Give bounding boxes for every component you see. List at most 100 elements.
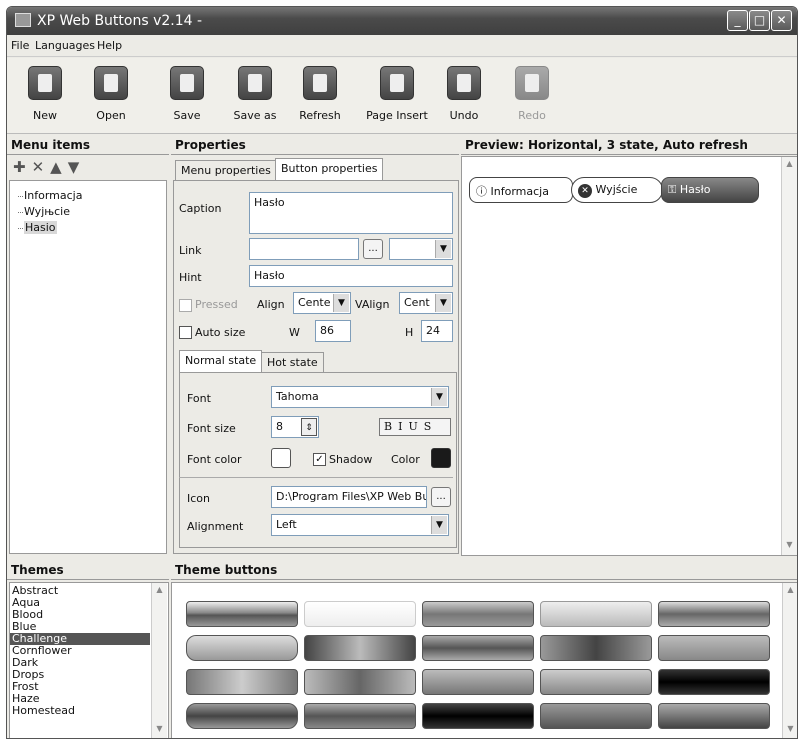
hint-field[interactable]: Hasło <box>249 265 453 287</box>
theme-button-sample[interactable] <box>304 669 416 695</box>
shadow-label: Shadow <box>329 453 373 466</box>
italic-button[interactable]: I <box>398 420 408 433</box>
theme-button-sample[interactable] <box>540 635 652 661</box>
link-target-select[interactable]: ▼ <box>389 238 453 260</box>
scroll-down-icon[interactable]: ▼ <box>783 540 796 553</box>
tab-menu-properties[interactable]: Menu properties <box>175 160 277 180</box>
font-style-buttons[interactable]: BIUS <box>379 418 451 436</box>
theme-button-sample[interactable] <box>186 601 298 627</box>
scroll-down-icon[interactable]: ▼ <box>784 724 797 737</box>
link-label: Link <box>179 244 202 257</box>
info-icon: ⓘ <box>476 185 487 198</box>
tab-button-properties[interactable]: Button properties <box>275 158 384 180</box>
align-label: Align <box>257 298 285 311</box>
theme-buttons-scrollbar[interactable]: ▲ ▼ <box>782 583 797 738</box>
move-down-icon[interactable]: ▼ <box>68 158 86 176</box>
valign-select[interactable]: Cent ▼ <box>399 292 453 314</box>
theme-button-sample[interactable] <box>658 635 770 661</box>
tab-normal-state[interactable]: Normal state <box>179 350 263 372</box>
theme-button-sample[interactable] <box>422 703 534 729</box>
key-icon: ⚿ <box>668 183 677 196</box>
theme-button-sample[interactable] <box>304 703 416 729</box>
redo-button[interactable]: Redo <box>503 66 561 122</box>
spinner-icon[interactable]: ⇕ <box>301 418 317 436</box>
theme-button-sample[interactable] <box>186 703 298 729</box>
theme-button-sample[interactable] <box>658 601 770 627</box>
font-size-spinner[interactable]: 8 ⇕ <box>271 416 319 438</box>
height-field[interactable]: 24 <box>421 320 453 342</box>
theme-button-sample[interactable] <box>304 635 416 661</box>
preview-button-informacja[interactable]: ⓘ Informacja <box>469 177 573 203</box>
page-insert-button[interactable]: Page Insert <box>362 66 432 122</box>
theme-button-sample[interactable] <box>186 669 298 695</box>
preview-button-wyjscie[interactable]: ✕ Wyjście <box>571 177 663 203</box>
preview-scrollbar[interactable]: ▲ ▼ <box>781 157 797 555</box>
theme-button-sample[interactable] <box>540 601 652 627</box>
new-button[interactable]: New <box>16 66 74 122</box>
chevron-down-icon: ▼ <box>431 516 447 534</box>
shadow-color-swatch[interactable] <box>431 448 451 468</box>
theme-button-sample[interactable] <box>304 601 416 627</box>
theme-button-sample[interactable] <box>422 601 534 627</box>
tab-hot-state[interactable]: Hot state <box>261 352 324 372</box>
icon-label: Icon <box>187 492 210 505</box>
tree-item-selected[interactable]: Hasio <box>18 221 57 234</box>
caption-label: Caption <box>179 202 222 215</box>
divider <box>179 477 453 478</box>
save-button[interactable]: Save <box>158 66 216 122</box>
preview-header: Preview: Horizontal, 3 state, Auto refre… <box>461 135 797 155</box>
chevron-down-icon: ▼ <box>431 388 447 406</box>
add-icon[interactable]: ✚ <box>13 158 32 176</box>
refresh-button[interactable]: Refresh <box>291 66 349 122</box>
themes-list: Abstract Aqua Blood Blue Challenge Cornf… <box>9 582 169 738</box>
themes-scrollbar[interactable]: ▲ ▼ <box>151 583 167 738</box>
theme-button-sample[interactable] <box>186 635 298 661</box>
shadow-checkbox[interactable]: ✓ <box>313 453 326 466</box>
link-browse-button[interactable]: ... <box>363 239 383 259</box>
scroll-up-icon[interactable]: ▲ <box>783 159 796 172</box>
delete-icon[interactable]: ✕ <box>32 158 51 176</box>
tree-item[interactable]: Informacja <box>17 189 82 202</box>
close-button[interactable]: ✕ <box>771 10 792 31</box>
width-field[interactable]: 86 <box>315 320 351 342</box>
menu-items-toolbar: ✚✕▲▼ <box>7 156 169 180</box>
theme-button-sample[interactable] <box>540 703 652 729</box>
menu-file[interactable]: File <box>11 39 29 52</box>
maximize-button[interactable]: □ <box>749 10 770 31</box>
app-window: XP Web Buttons v2.14 - _ □ ✕ File Langua… <box>6 6 798 739</box>
font-size-label: Font size <box>187 422 236 435</box>
caption-field[interactable]: Hasło <box>249 192 453 234</box>
pressed-checkbox[interactable] <box>179 299 192 312</box>
tree-item[interactable]: Wyjњcie <box>17 205 70 218</box>
undo-button[interactable]: Undo <box>435 66 493 122</box>
strikeout-button[interactable]: S <box>424 420 438 433</box>
alignment-select[interactable]: Left ▼ <box>271 514 449 536</box>
bold-button[interactable]: B <box>384 420 398 433</box>
link-field[interactable] <box>249 238 359 260</box>
icon-browse-button[interactable]: ... <box>431 487 451 507</box>
align-select[interactable]: Cente ▼ <box>293 292 351 314</box>
preview-button-haslo[interactable]: ⚿ Hasło <box>661 177 759 203</box>
theme-button-sample[interactable] <box>658 703 770 729</box>
underline-button[interactable]: U <box>408 420 423 433</box>
scroll-down-icon[interactable]: ▼ <box>153 724 166 737</box>
font-color-swatch[interactable] <box>271 448 291 468</box>
menu-help[interactable]: Help <box>97 39 122 52</box>
theme-button-sample[interactable] <box>540 669 652 695</box>
minimize-button[interactable]: _ <box>727 10 748 31</box>
font-select[interactable]: Tahoma ▼ <box>271 386 449 408</box>
title-bar: XP Web Buttons v2.14 - _ □ ✕ <box>7 7 797 35</box>
icon-path-field[interactable]: D:\Program Files\XP Web Bu <box>271 486 427 508</box>
save-as-button[interactable]: Save as <box>226 66 284 122</box>
theme-button-sample[interactable] <box>658 669 770 695</box>
scroll-up-icon[interactable]: ▲ <box>784 585 797 598</box>
scroll-up-icon[interactable]: ▲ <box>153 585 166 598</box>
menu-languages[interactable]: Languages <box>35 39 95 52</box>
theme-button-sample[interactable] <box>422 635 534 661</box>
autosize-checkbox[interactable] <box>179 326 192 339</box>
autosize-label: Auto size <box>195 326 246 339</box>
move-up-icon[interactable]: ▲ <box>50 158 68 176</box>
theme-item[interactable]: Homestead <box>10 705 150 717</box>
open-button[interactable]: Open <box>82 66 140 122</box>
theme-button-sample[interactable] <box>422 669 534 695</box>
